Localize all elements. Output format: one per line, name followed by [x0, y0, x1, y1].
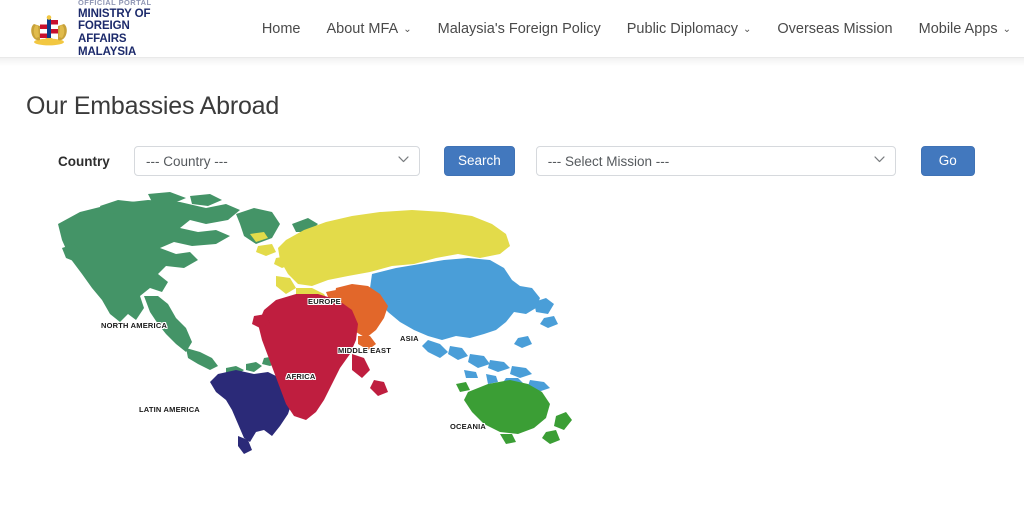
brand-text: OFFICIAL PORTAL MINISTRY OF FOREIGN AFFA… — [78, 0, 163, 59]
nav-item-overseas-mission[interactable]: Overseas Mission — [764, 15, 905, 43]
nav-item-label: Public Diplomacy — [627, 21, 738, 37]
chevron-down-icon: ⌄ — [743, 25, 751, 35]
chevron-down-icon: ⌄ — [403, 25, 411, 35]
search-button[interactable]: Search — [444, 146, 515, 176]
brand-title-line2: MALAYSIA — [78, 46, 163, 59]
page-title: Our Embassies Abroad — [26, 92, 1024, 121]
country-select[interactable]: --- Country --- — [134, 146, 420, 176]
page-content: Our Embassies Abroad Country --- Country… — [0, 92, 1024, 458]
nav-item-public-diplomacy[interactable]: Public Diplomacy ⌄ — [614, 15, 765, 43]
mission-select[interactable]: --- Select Mission --- — [536, 146, 896, 176]
nav-item-about-mfa[interactable]: About MFA ⌄ — [314, 15, 425, 43]
country-select-wrapper: --- Country --- — [134, 146, 420, 176]
map-region-oceania[interactable] — [456, 380, 572, 444]
country-field-label: Country — [58, 154, 134, 169]
malaysia-coat-of-arms-icon — [28, 12, 70, 46]
map-region-asia[interactable] — [370, 258, 558, 392]
embassy-search-form: Country --- Country --- Search --- Selec… — [0, 146, 1024, 176]
site-header: OFFICIAL PORTAL MINISTRY OF FOREIGN AFFA… — [0, 0, 1024, 57]
brand-kicker: OFFICIAL PORTAL — [78, 0, 163, 7]
brand-title-line1: MINISTRY OF FOREIGN AFFAIRS — [78, 8, 163, 47]
nav-item-label: Malaysia's Foreign Policy — [438, 21, 601, 37]
nav-item-label: Home — [262, 21, 301, 37]
site-logo[interactable]: OFFICIAL PORTAL MINISTRY OF FOREIGN AFFA… — [28, 0, 163, 59]
nav-item-label: About MFA — [327, 21, 399, 37]
header-shadow — [0, 58, 1024, 66]
world-map-svg — [40, 188, 600, 456]
world-region-map: NORTH AMERICA LATIN AMERICA EUROPE AFRIC… — [0, 188, 1024, 458]
mission-select-wrapper: --- Select Mission --- — [536, 146, 896, 176]
chevron-down-icon: ⌄ — [1003, 25, 1011, 35]
nav-item-foreign-policy[interactable]: Malaysia's Foreign Policy — [425, 15, 614, 43]
go-button[interactable]: Go — [921, 146, 975, 176]
main-navigation: Home About MFA ⌄ Malaysia's Foreign Poli… — [249, 15, 1024, 43]
nav-item-label: Mobile Apps — [919, 21, 998, 37]
nav-item-mobile-apps[interactable]: Mobile Apps ⌄ — [906, 15, 1024, 43]
nav-item-label: Overseas Mission — [777, 21, 892, 37]
nav-item-home[interactable]: Home — [249, 15, 314, 43]
